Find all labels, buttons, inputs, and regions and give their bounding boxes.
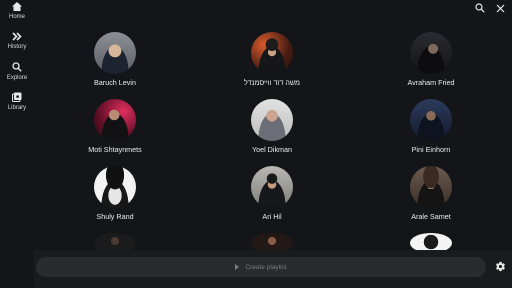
artist-card[interactable]: Avraham Fried: [371, 32, 491, 92]
artist-name: Ari Hil: [262, 212, 282, 221]
avatar: [94, 166, 136, 208]
nav-item-home[interactable]: Home: [0, 0, 34, 28]
nav-item-label: Explore: [6, 75, 28, 81]
artist-card[interactable]: Ari Hil: [212, 166, 332, 226]
play-icon: [235, 264, 240, 270]
artist-name: משה דוד ווייסמנדל: [244, 78, 300, 87]
artist-name: Baruch Levin: [94, 78, 136, 87]
top-search-button[interactable]: [473, 2, 487, 16]
create-playlist-label: Create playlist: [245, 263, 287, 271]
avatar: [410, 32, 452, 74]
settings-button[interactable]: [493, 261, 507, 275]
nav-item-explore[interactable]: Explore: [0, 61, 34, 89]
history-icon: [11, 30, 23, 42]
artist-name: Shuly Rand: [96, 212, 134, 221]
avatar: [94, 99, 136, 141]
home-icon: [11, 0, 23, 12]
artist-card[interactable]: Baruch Levin: [55, 32, 175, 92]
nav-rail: Home History Explore Library: [0, 0, 34, 288]
artist-name: Pini Einhorn: [411, 145, 451, 154]
avatar: [251, 99, 293, 141]
nav-item-label: History: [7, 44, 27, 50]
artist-card[interactable]: Pini Einhorn: [371, 99, 491, 159]
library-icon: [11, 91, 23, 103]
nav-item-label: Library: [7, 105, 27, 111]
nav-item-history[interactable]: History: [0, 30, 34, 58]
artist-name: Avraham Fried: [407, 78, 455, 87]
avatar: [251, 32, 293, 74]
close-button[interactable]: [493, 2, 507, 16]
avatar: [251, 166, 293, 208]
gear-icon: [495, 259, 506, 277]
artist-card[interactable]: Arale Samet: [371, 166, 491, 226]
avatar: [410, 99, 452, 141]
app-window: Home History Explore Library Baruch Levi…: [0, 0, 512, 288]
artist-card[interactable]: Moti Shtaynmets: [55, 99, 175, 159]
close-icon: [496, 0, 505, 18]
search-icon: [11, 61, 23, 73]
artist-card[interactable]: Shuly Rand: [55, 166, 175, 226]
artist-name: Yoel Dikman: [251, 145, 293, 154]
artist-card[interactable]: משה דוד ווייסמנדל: [212, 32, 332, 92]
nav-item-library[interactable]: Library: [0, 91, 34, 119]
artist-name: Arale Samet: [411, 212, 451, 221]
search-icon: [475, 0, 485, 18]
avatar: [94, 32, 136, 74]
avatar: [410, 166, 452, 208]
nav-item-label: Home: [8, 14, 25, 20]
create-playlist-button[interactable]: Create playlist: [36, 257, 486, 277]
artist-card[interactable]: Yoel Dikman: [212, 99, 332, 159]
artist-name: Moti Shtaynmets: [88, 145, 142, 154]
